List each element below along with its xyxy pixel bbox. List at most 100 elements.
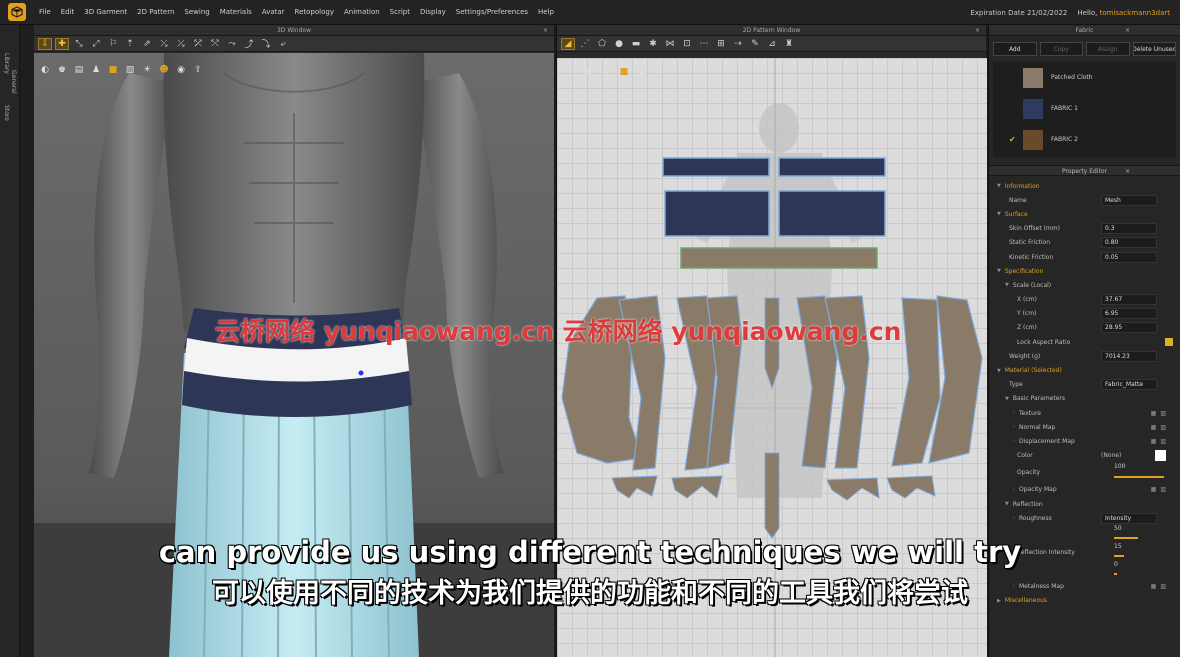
face-icon[interactable]: ☻ <box>157 63 171 77</box>
line-icon[interactable]: ⤯ <box>157 38 171 50</box>
fabric-item-fabric-1[interactable]: FABRIC 1 <box>993 93 1176 124</box>
app-logo-icon[interactable] <box>8 3 26 21</box>
3d-viewport[interactable] <box>34 53 554 657</box>
pin-icon[interactable]: ⤢ <box>89 38 103 50</box>
pattern-piece-cuff-3[interactable] <box>826 477 880 501</box>
menu-avatar[interactable]: Avatar <box>262 8 285 16</box>
pattern-piece-waist-3[interactable] <box>664 190 770 237</box>
menu-help[interactable]: Help <box>538 8 554 16</box>
pattern-piece-waist-4[interactable] <box>778 190 886 237</box>
add-fabric-button[interactable]: Add <box>993 42 1037 56</box>
sewing-view-icon[interactable]: ▣ <box>635 65 649 79</box>
pattern-piece-cuff-4[interactable] <box>886 475 936 499</box>
opacity-slider[interactable] <box>1114 475 1164 478</box>
texture-icon[interactable]: ▤ <box>72 63 86 77</box>
rectangle-icon[interactable]: ▬ <box>629 38 643 50</box>
pattern-piece-waistband-1[interactable] <box>662 157 770 177</box>
map-actions-icon[interactable]: ▦▥ <box>1151 583 1170 590</box>
pattern-icon[interactable]: ▧ <box>123 63 137 77</box>
static-friction-field[interactable]: 0.80 <box>1101 237 1157 249</box>
reflection-intensity-slider[interactable] <box>1114 555 1124 558</box>
menu-retopology[interactable]: Retopology <box>295 8 334 16</box>
sub-scale-local[interactable]: ▼ Scale (Local) <box>989 278 1180 292</box>
pattern-piece-belt-strip[interactable] <box>680 247 878 269</box>
2d-viewport[interactable] <box>557 58 987 657</box>
edit-point-icon[interactable]: ⋰ <box>578 38 592 50</box>
menu-settings[interactable]: Settings/Preferences <box>456 8 528 16</box>
dart-icon[interactable]: ⋈ <box>663 38 677 50</box>
pattern-piece-center-strip-2[interactable] <box>764 452 780 539</box>
menu-materials[interactable]: Materials <box>220 8 252 16</box>
weight-field[interactable]: 7014.23 <box>1101 350 1157 362</box>
stitch-icon[interactable]: ⤳ <box>225 38 239 50</box>
capture-icon[interactable]: ◉ <box>174 63 188 77</box>
assign-fabric-button[interactable]: Assign <box>1086 42 1130 56</box>
menu-sewing[interactable]: Sewing <box>184 8 209 16</box>
sub-reflection[interactable]: ▼ Reflection <box>989 497 1180 511</box>
puckering-icon[interactable]: ⤲ <box>208 38 222 50</box>
close-icon[interactable]: × <box>975 25 980 36</box>
menu-display[interactable]: Display <box>420 8 446 16</box>
name-field[interactable]: Mesh <box>1101 194 1157 206</box>
map-actions-icon[interactable]: ▦▥ <box>1151 486 1170 493</box>
menu-3d-garment[interactable]: 3D Garment <box>84 8 127 16</box>
transform-pattern-icon[interactable]: ◢ <box>561 37 575 50</box>
menu-2d-pattern[interactable]: 2D Pattern <box>137 8 174 16</box>
map-actions-icon[interactable]: ▦▥ <box>1151 438 1170 445</box>
lock-aspect-checkbox[interactable] <box>1165 338 1173 347</box>
map-actions-icon[interactable]: ▦▥ <box>1151 424 1170 431</box>
polygon-icon[interactable]: ⬠ <box>595 38 609 50</box>
free-sewing-icon[interactable]: ⊞ <box>714 38 728 50</box>
select-move-icon[interactable]: ⇩ <box>38 37 52 50</box>
close-icon[interactable]: × <box>543 25 548 36</box>
scale-z-field[interactable]: 28.95 <box>1101 322 1157 334</box>
fabric-view-icon[interactable]: ◈ <box>599 65 613 79</box>
circle-icon[interactable]: ● <box>612 38 626 50</box>
copy-fabric-button[interactable]: Copy <box>1039 42 1083 56</box>
bulb-icon[interactable]: ☀ <box>140 63 154 77</box>
section-information[interactable]: ▼ Information <box>989 179 1180 193</box>
pattern-piece-cuff-2[interactable] <box>671 475 723 499</box>
tab-library[interactable]: Library <box>3 53 10 74</box>
metalness-slider[interactable] <box>1114 573 1117 576</box>
username-link[interactable]: tomisackmann3dart <box>1100 9 1170 17</box>
avatar-icon[interactable]: ♟ <box>89 63 103 77</box>
garment-2d-icon[interactable]: ♜ <box>782 38 796 50</box>
menu-script[interactable]: Script <box>390 8 410 16</box>
skin-offset-field[interactable]: 0.3 <box>1101 223 1157 235</box>
button-icon[interactable]: ⤴ <box>242 38 256 50</box>
map-actions-icon[interactable]: ▦▥ <box>1151 410 1170 417</box>
pattern-piece-waistband-2[interactable] <box>778 157 886 177</box>
fabric-item-fabric-2[interactable]: ✔ FABRIC 2 <box>993 124 1176 155</box>
export-icon[interactable]: ⇪ <box>191 63 205 77</box>
section-miscellaneous[interactable]: ▶ Miscellaneous <box>989 594 1180 608</box>
tab-store[interactable]: Store <box>3 105 10 121</box>
trace-icon[interactable]: ⊡ <box>680 38 694 50</box>
tab-general[interactable]: General <box>10 70 17 94</box>
tack-icon[interactable]: ⤡ <box>72 38 86 50</box>
menu-animation[interactable]: Animation <box>344 8 380 16</box>
color-view-icon[interactable]: ■ <box>617 65 631 79</box>
select-mesh-icon[interactable]: ✚ <box>55 37 69 50</box>
selection-point[interactable] <box>358 370 364 376</box>
color-swatch[interactable] <box>1155 450 1166 462</box>
ruler-icon[interactable]: ⤰ <box>174 38 188 50</box>
close-icon[interactable]: × <box>1125 166 1130 177</box>
fabric-item-patched-cloth[interactable]: Patched Cloth <box>993 62 1176 93</box>
grain-icon[interactable]: ✎ <box>748 38 762 50</box>
avatar-display-icon[interactable]: ◐ <box>38 63 52 77</box>
roughness-select[interactable]: Intensity <box>1101 512 1157 524</box>
export-2d-icon[interactable]: ⇪ <box>653 65 667 79</box>
section-surface[interactable]: ▼ Surface <box>989 207 1180 221</box>
delete-unused-button[interactable]: Delete Unused <box>1132 42 1176 56</box>
notch-icon[interactable]: ⊿ <box>765 38 779 50</box>
internal-line-icon[interactable]: ✱ <box>646 38 660 50</box>
pattern-view-icon[interactable]: ◩ <box>563 65 577 79</box>
pattern-piece-cuff-1[interactable] <box>611 475 658 499</box>
fold-icon[interactable]: ⇡ <box>123 38 137 50</box>
zipper-icon[interactable]: ⤵ <box>259 38 273 50</box>
transform-icon[interactable]: ⤶ <box>276 38 290 50</box>
menu-file[interactable]: File <box>39 8 51 16</box>
section-material[interactable]: ▼ Material (Selected) <box>989 363 1180 377</box>
scale-y-field[interactable]: 6.95 <box>1101 308 1157 320</box>
